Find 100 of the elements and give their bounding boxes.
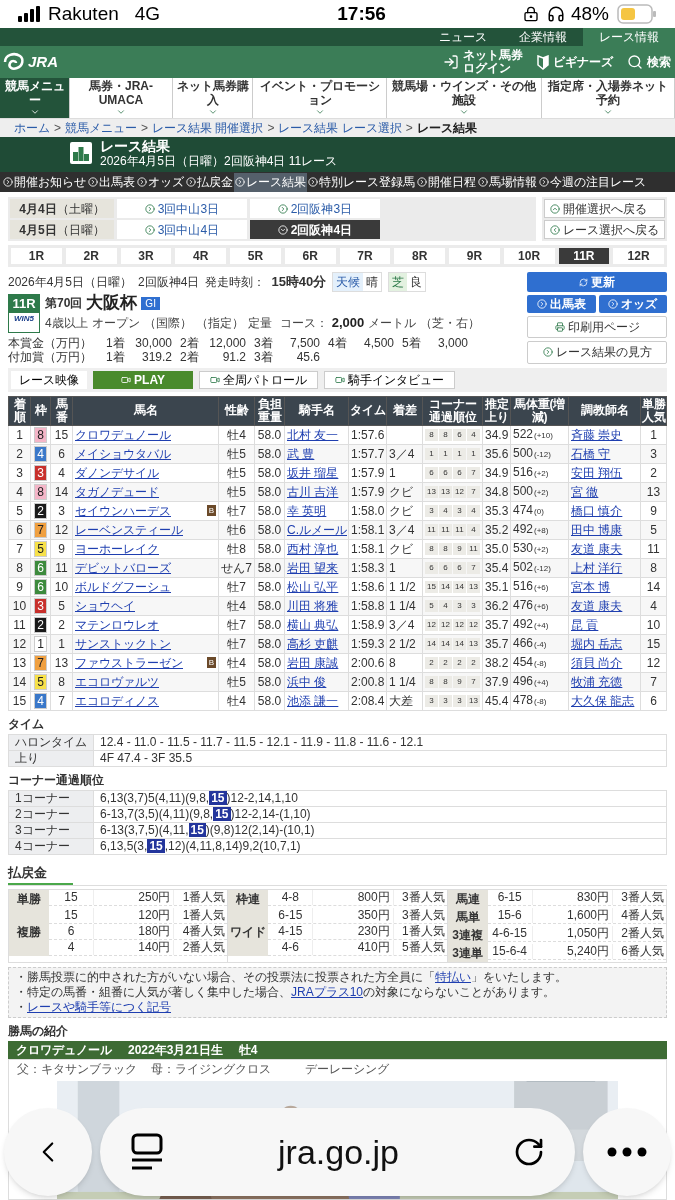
bet-type-label: 馬単 <box>447 908 488 926</box>
sex-age-cell: 牡5 <box>218 444 255 463</box>
back-link-button[interactable]: レース選択へ戻る <box>544 220 665 239</box>
reload-icon[interactable] <box>513 1136 545 1168</box>
main-menu-item[interactable]: 競馬メニュー <box>0 78 71 118</box>
play-button[interactable]: PLAY <box>93 370 193 389</box>
address-bar[interactable]: jra.go.jp <box>100 1108 575 1196</box>
note-link[interactable]: レースや騎手等につく記号 <box>27 1000 171 1014</box>
meeting-button[interactable]: 3回中山4日 <box>117 220 247 239</box>
place-cell: 6 <box>8 520 31 539</box>
corner-position: 2 <box>467 656 480 669</box>
utility-link[interactable]: ニュース <box>423 28 503 46</box>
back-link-button[interactable]: 開催選択へ戻る <box>544 199 665 218</box>
race-action-button[interactable]: 出馬表 <box>527 295 596 314</box>
race-number-tab[interactable]: 6R <box>284 248 336 264</box>
row-label: 1コーナー <box>9 790 93 806</box>
place-cell: 15 <box>8 691 31 710</box>
race-action-button[interactable]: オッズ <box>598 295 667 314</box>
popularity-cell: 1 <box>640 425 667 444</box>
race-condition-text: （国際） <box>143 315 192 332</box>
breadcrumb-link[interactable]: ホーム <box>14 119 50 137</box>
video-option-button[interactable]: 全周パトロール <box>199 370 318 389</box>
corner-position: 7 <box>467 561 480 574</box>
sub-nav-tab[interactable]: 払戻金 <box>185 172 234 192</box>
jra-logo[interactable]: JRA <box>2 50 58 74</box>
blinker-badge: B <box>206 505 216 516</box>
race-number-tab[interactable]: 1R <box>11 248 62 264</box>
race-action-button[interactable]: レース結果の見方 <box>527 341 667 364</box>
main-menu-item[interactable]: 競馬場・ウインズ・その他施設 <box>386 78 542 118</box>
main-menu-item[interactable]: 馬券・JRA-UMACA <box>70 78 173 118</box>
breadcrumb-link[interactable]: 競馬メニュー <box>65 119 137 137</box>
sub-nav-tab[interactable]: オッズ <box>136 172 185 192</box>
start-time: 15時40分 <box>271 273 327 292</box>
frame-number: 2 <box>34 616 47 633</box>
payout-combination: 15 <box>63 890 79 905</box>
race-number-tab[interactable]: 5R <box>230 248 281 264</box>
sub-nav-tab[interactable]: 特別レース登録馬 <box>307 172 416 192</box>
breadcrumb-link[interactable]: レース結果 開催選択 <box>152 119 264 137</box>
header-action-link[interactable]: ビギナーズ <box>537 54 613 70</box>
race-action-button[interactable]: 印刷用ページ <box>527 316 667 339</box>
chevron-down-icon <box>29 107 40 117</box>
main-menu-item[interactable]: 指定席・入場券ネット予約 <box>541 78 675 118</box>
note-link[interactable]: 特払い <box>435 970 471 984</box>
race-number-tab[interactable]: 12R <box>613 248 664 264</box>
meeting-button[interactable]: 2回阪神4日 <box>250 220 380 239</box>
race-number-tab[interactable]: 7R <box>339 248 391 264</box>
payout-popularity: 3番人気 <box>612 890 666 905</box>
race-condition-text: （指定） <box>195 315 244 332</box>
horse-name-link[interactable]: セイウンハーデス <box>75 502 171 519</box>
body-weight: 500 <box>513 483 534 498</box>
sex-age-cell: 牡4 <box>218 653 255 672</box>
main-menu-item[interactable]: ネット馬券購入 <box>172 78 254 118</box>
race-number-tab[interactable]: 11R <box>558 248 610 264</box>
prize-place: 3着 <box>254 349 273 364</box>
horse-number-cell: 5 <box>50 596 73 615</box>
column-header: 調教師名 <box>568 396 641 425</box>
header-action-link[interactable]: 検索 <box>627 54 671 70</box>
race-number-tab[interactable]: 9R <box>449 248 500 264</box>
utility-link[interactable]: 企業情報 <box>503 28 583 46</box>
race-number-tab[interactable]: 8R <box>394 248 445 264</box>
utility-link[interactable]: レース情報 <box>583 28 675 46</box>
weight-change: (+2) <box>534 487 549 497</box>
header-action-link[interactable]: ネット馬券 ログイン <box>443 49 523 75</box>
bet-type-label: 複勝 <box>9 908 49 956</box>
sub-nav-tab[interactable]: 開催お知らせ <box>2 172 87 192</box>
place-cell: 7 <box>8 539 31 558</box>
sub-nav-tab[interactable]: 馬場情報 <box>477 172 538 192</box>
note-link[interactable]: JRAプラス10 <box>291 985 364 999</box>
race-number-tab[interactable]: 10R <box>503 248 555 264</box>
main-menu-item[interactable]: イベント・プロモーション <box>253 78 387 118</box>
race-number-tab[interactable]: 3R <box>120 248 172 264</box>
race-action-button[interactable]: 更新 <box>527 272 667 293</box>
race-number-tab[interactable]: 2R <box>65 248 117 264</box>
sub-nav-tab[interactable]: レース結果 <box>234 172 307 192</box>
meeting-button[interactable]: 2回阪神3日 <box>250 199 380 218</box>
corner-position: 3 <box>467 599 480 612</box>
sub-nav-tab[interactable]: 開催日程 <box>416 172 477 192</box>
chevron-circle-icon <box>550 203 560 214</box>
race-number-tab[interactable]: 4R <box>175 248 226 264</box>
video-option-button[interactable]: 騎手インタビュー <box>324 370 455 389</box>
horse-name-link[interactable]: ファウストラーゼン <box>75 654 183 671</box>
meeting-button[interactable]: 3回中山3日 <box>117 199 247 218</box>
sex-age-cell: せん7 <box>218 558 255 577</box>
corner-position: 12 <box>425 618 438 631</box>
corner-position: 12 <box>467 618 480 631</box>
body-weight: 492 <box>513 616 534 631</box>
sub-nav-tab[interactable]: 今週の注目レース <box>538 172 647 192</box>
chevron-circle-icon <box>144 203 155 214</box>
sub-nav-tab[interactable]: 出馬表 <box>87 172 136 192</box>
payout-combination: 4-15 <box>277 924 304 939</box>
frame-number: 4 <box>34 445 47 462</box>
breadcrumb-link[interactable]: レース結果 レース選択 <box>278 119 402 137</box>
bet-type-label: 単勝 <box>9 890 49 908</box>
body-weight: 516 <box>513 578 534 593</box>
payout-combination: 4 <box>66 940 76 955</box>
place-cell: 10 <box>8 596 31 615</box>
corner-position: 14 <box>453 580 466 593</box>
popularity-cell: 15 <box>640 634 667 653</box>
popularity-cell: 11 <box>640 539 667 558</box>
body-weight: 478 <box>513 692 534 707</box>
